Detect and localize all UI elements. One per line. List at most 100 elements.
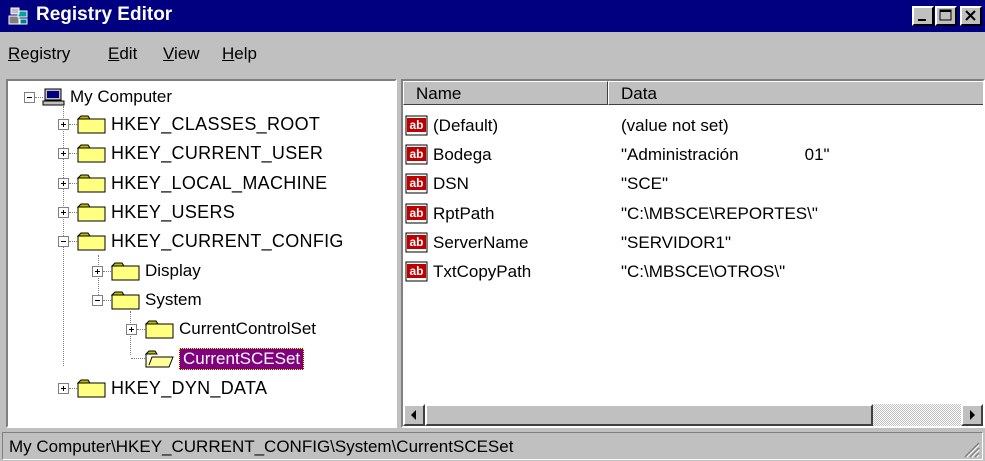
value-data: "Administración 01" bbox=[621, 145, 830, 165]
values-list-pane[interactable]: Name Data ab (Default) (value not set) a… bbox=[401, 79, 985, 428]
scroll-right-button[interactable] bbox=[961, 404, 983, 426]
value-row[interactable]: ab DSN "SCE" bbox=[403, 172, 983, 200]
expand-icon[interactable] bbox=[58, 382, 69, 394]
string-value-ab-icon: ab bbox=[405, 261, 428, 282]
tree-item-hkey-current-user[interactable]: HKEY_CURRENT_USER bbox=[8, 141, 393, 167]
value-name: DSN bbox=[433, 174, 469, 194]
tree-item-hkey-classes-root[interactable]: HKEY_CLASSES_ROOT bbox=[8, 112, 393, 138]
folder-icon bbox=[77, 379, 106, 398]
scroll-left-button[interactable] bbox=[403, 404, 425, 426]
column-header-data-label: Data bbox=[621, 84, 657, 103]
close-button[interactable] bbox=[960, 6, 982, 26]
tree-item-hkey-dyn-data[interactable]: HKEY_DYN_DATA bbox=[8, 376, 393, 402]
folder-icon bbox=[77, 174, 106, 193]
tree-item-my-computer[interactable]: My Computer bbox=[8, 85, 393, 111]
tree-item-hkey-current-config[interactable]: HKEY_CURRENT_CONFIG bbox=[8, 229, 393, 255]
string-value-ab-icon: ab bbox=[405, 232, 428, 253]
expand-icon[interactable] bbox=[58, 148, 69, 160]
column-header-name-label: Name bbox=[416, 84, 462, 103]
window-title: Registry Editor bbox=[36, 4, 173, 25]
menu-help[interactable]: Help bbox=[222, 44, 257, 64]
folder-icon bbox=[77, 203, 106, 222]
expand-icon[interactable] bbox=[92, 265, 103, 277]
value-name: TxtCopyPath bbox=[433, 262, 532, 281]
svg-text:ab: ab bbox=[409, 147, 423, 161]
value-data: "SCE" bbox=[621, 174, 669, 194]
menu-help-label: elp bbox=[234, 44, 257, 63]
tree-item-system[interactable]: System bbox=[8, 288, 393, 314]
menu-edit-label: dit bbox=[119, 44, 138, 63]
value-row[interactable]: ab ServerName "SERVIDOR1" bbox=[403, 231, 983, 259]
tree-item-display[interactable]: Display bbox=[8, 259, 393, 285]
value-row[interactable]: ab (Default) (value not set) bbox=[403, 114, 983, 142]
menu-registry-mnemonic: R bbox=[8, 44, 21, 63]
value-row[interactable]: ab Bodega "Administración 01" bbox=[403, 143, 983, 171]
my-computer-icon bbox=[42, 88, 65, 106]
menu-registry-label: egistry bbox=[20, 44, 71, 63]
tree-item-label: HKEY_CLASSES_ROOT bbox=[111, 114, 321, 134]
svg-text:ab: ab bbox=[409, 235, 423, 249]
title-bar[interactable]: Registry Editor bbox=[0, 0, 985, 32]
string-value-ab-icon: ab bbox=[405, 173, 428, 194]
menu-view-label: iew bbox=[174, 44, 200, 63]
string-value-ab-icon: ab bbox=[405, 203, 428, 224]
registry-tree-pane[interactable]: My Computer HKEY_CLASSES_ROOT HKEY_CURREN… bbox=[6, 79, 397, 428]
column-header-name[interactable]: Name bbox=[403, 81, 608, 105]
string-value-ab-icon: ab bbox=[405, 144, 428, 165]
registry-editor-app-icon[interactable] bbox=[6, 5, 30, 27]
value-data: "C:\MBSCE\OTROS\" bbox=[621, 262, 786, 281]
resize-grip-icon[interactable] bbox=[962, 440, 980, 458]
value-data: "C:\MBSCE\REPORTES\" bbox=[621, 203, 818, 223]
tree-item-currentsceset[interactable]: CurrentSCESet bbox=[8, 346, 393, 372]
collapse-icon[interactable] bbox=[92, 294, 103, 306]
string-value-ab-icon: ab bbox=[405, 115, 428, 136]
expand-icon[interactable] bbox=[126, 324, 137, 336]
folder-icon bbox=[77, 144, 106, 163]
status-path: My Computer\HKEY_CURRENT_CONFIG\System\C… bbox=[9, 437, 514, 456]
tree-root-label: My Computer bbox=[70, 87, 173, 106]
tree-item-hkey-users[interactable]: HKEY_USERS bbox=[8, 200, 393, 226]
menu-registry[interactable]: Registry bbox=[8, 44, 70, 64]
svg-text:ab: ab bbox=[409, 264, 423, 278]
folder-icon bbox=[145, 320, 174, 339]
menu-help-mnemonic: H bbox=[222, 44, 235, 63]
maximize-icon bbox=[939, 9, 952, 21]
value-data: "SERVIDOR1" bbox=[621, 232, 732, 252]
svg-text:ab: ab bbox=[409, 206, 423, 220]
value-row[interactable]: ab TxtCopyPath "C:\MBSCE\OTROS\" bbox=[403, 260, 983, 288]
tree-item-label: HKEY_CURRENT_CONFIG bbox=[111, 231, 344, 252]
collapse-icon[interactable] bbox=[24, 92, 35, 103]
scrollbar-thumb[interactable] bbox=[425, 404, 873, 426]
tree-item-label: HKEY_CURRENT_USER bbox=[111, 143, 324, 164]
arrow-right-icon bbox=[970, 410, 975, 420]
menu-edit[interactable]: Edit bbox=[108, 44, 137, 64]
tree-item-hkey-local-machine[interactable]: HKEY_LOCAL_MACHINE bbox=[8, 171, 393, 197]
folder-icon bbox=[77, 115, 106, 134]
scrollbar-track[interactable] bbox=[873, 404, 961, 426]
value-data: (value not set) bbox=[621, 116, 729, 135]
tree-item-label: HKEY_USERS bbox=[111, 201, 236, 222]
expand-icon[interactable] bbox=[58, 177, 69, 189]
column-header-data[interactable]: Data bbox=[608, 81, 983, 105]
value-row[interactable]: ab RptPath "C:\MBSCE\REPORTES\" bbox=[403, 202, 983, 230]
value-name: Bodega bbox=[433, 145, 492, 165]
svg-text:ab: ab bbox=[409, 118, 423, 132]
svg-text:ab: ab bbox=[409, 176, 423, 190]
tree-item-label: HKEY_DYN_DATA bbox=[111, 377, 268, 398]
expand-icon[interactable] bbox=[58, 206, 69, 218]
tree-item-currentcontrolset[interactable]: CurrentControlSet bbox=[8, 317, 393, 343]
tree-item-label: CurrentSCESet bbox=[179, 348, 305, 371]
value-name: (Default) bbox=[433, 116, 499, 135]
collapse-icon[interactable] bbox=[58, 236, 69, 248]
minimize-button[interactable] bbox=[912, 6, 934, 26]
menu-bar: Registry Edit View Help bbox=[0, 34, 985, 74]
maximize-button[interactable] bbox=[935, 6, 957, 26]
menu-view-mnemonic: V bbox=[163, 44, 175, 63]
tree-item-label: HKEY_LOCAL_MACHINE bbox=[111, 172, 328, 193]
open-folder-icon bbox=[145, 350, 174, 368]
status-bar: My Computer\HKEY_CURRENT_CONFIG\System\C… bbox=[2, 432, 983, 460]
folder-icon bbox=[111, 262, 140, 280]
horizontal-scrollbar[interactable] bbox=[403, 404, 983, 426]
menu-view[interactable]: View bbox=[163, 44, 200, 64]
expand-icon[interactable] bbox=[58, 119, 69, 130]
